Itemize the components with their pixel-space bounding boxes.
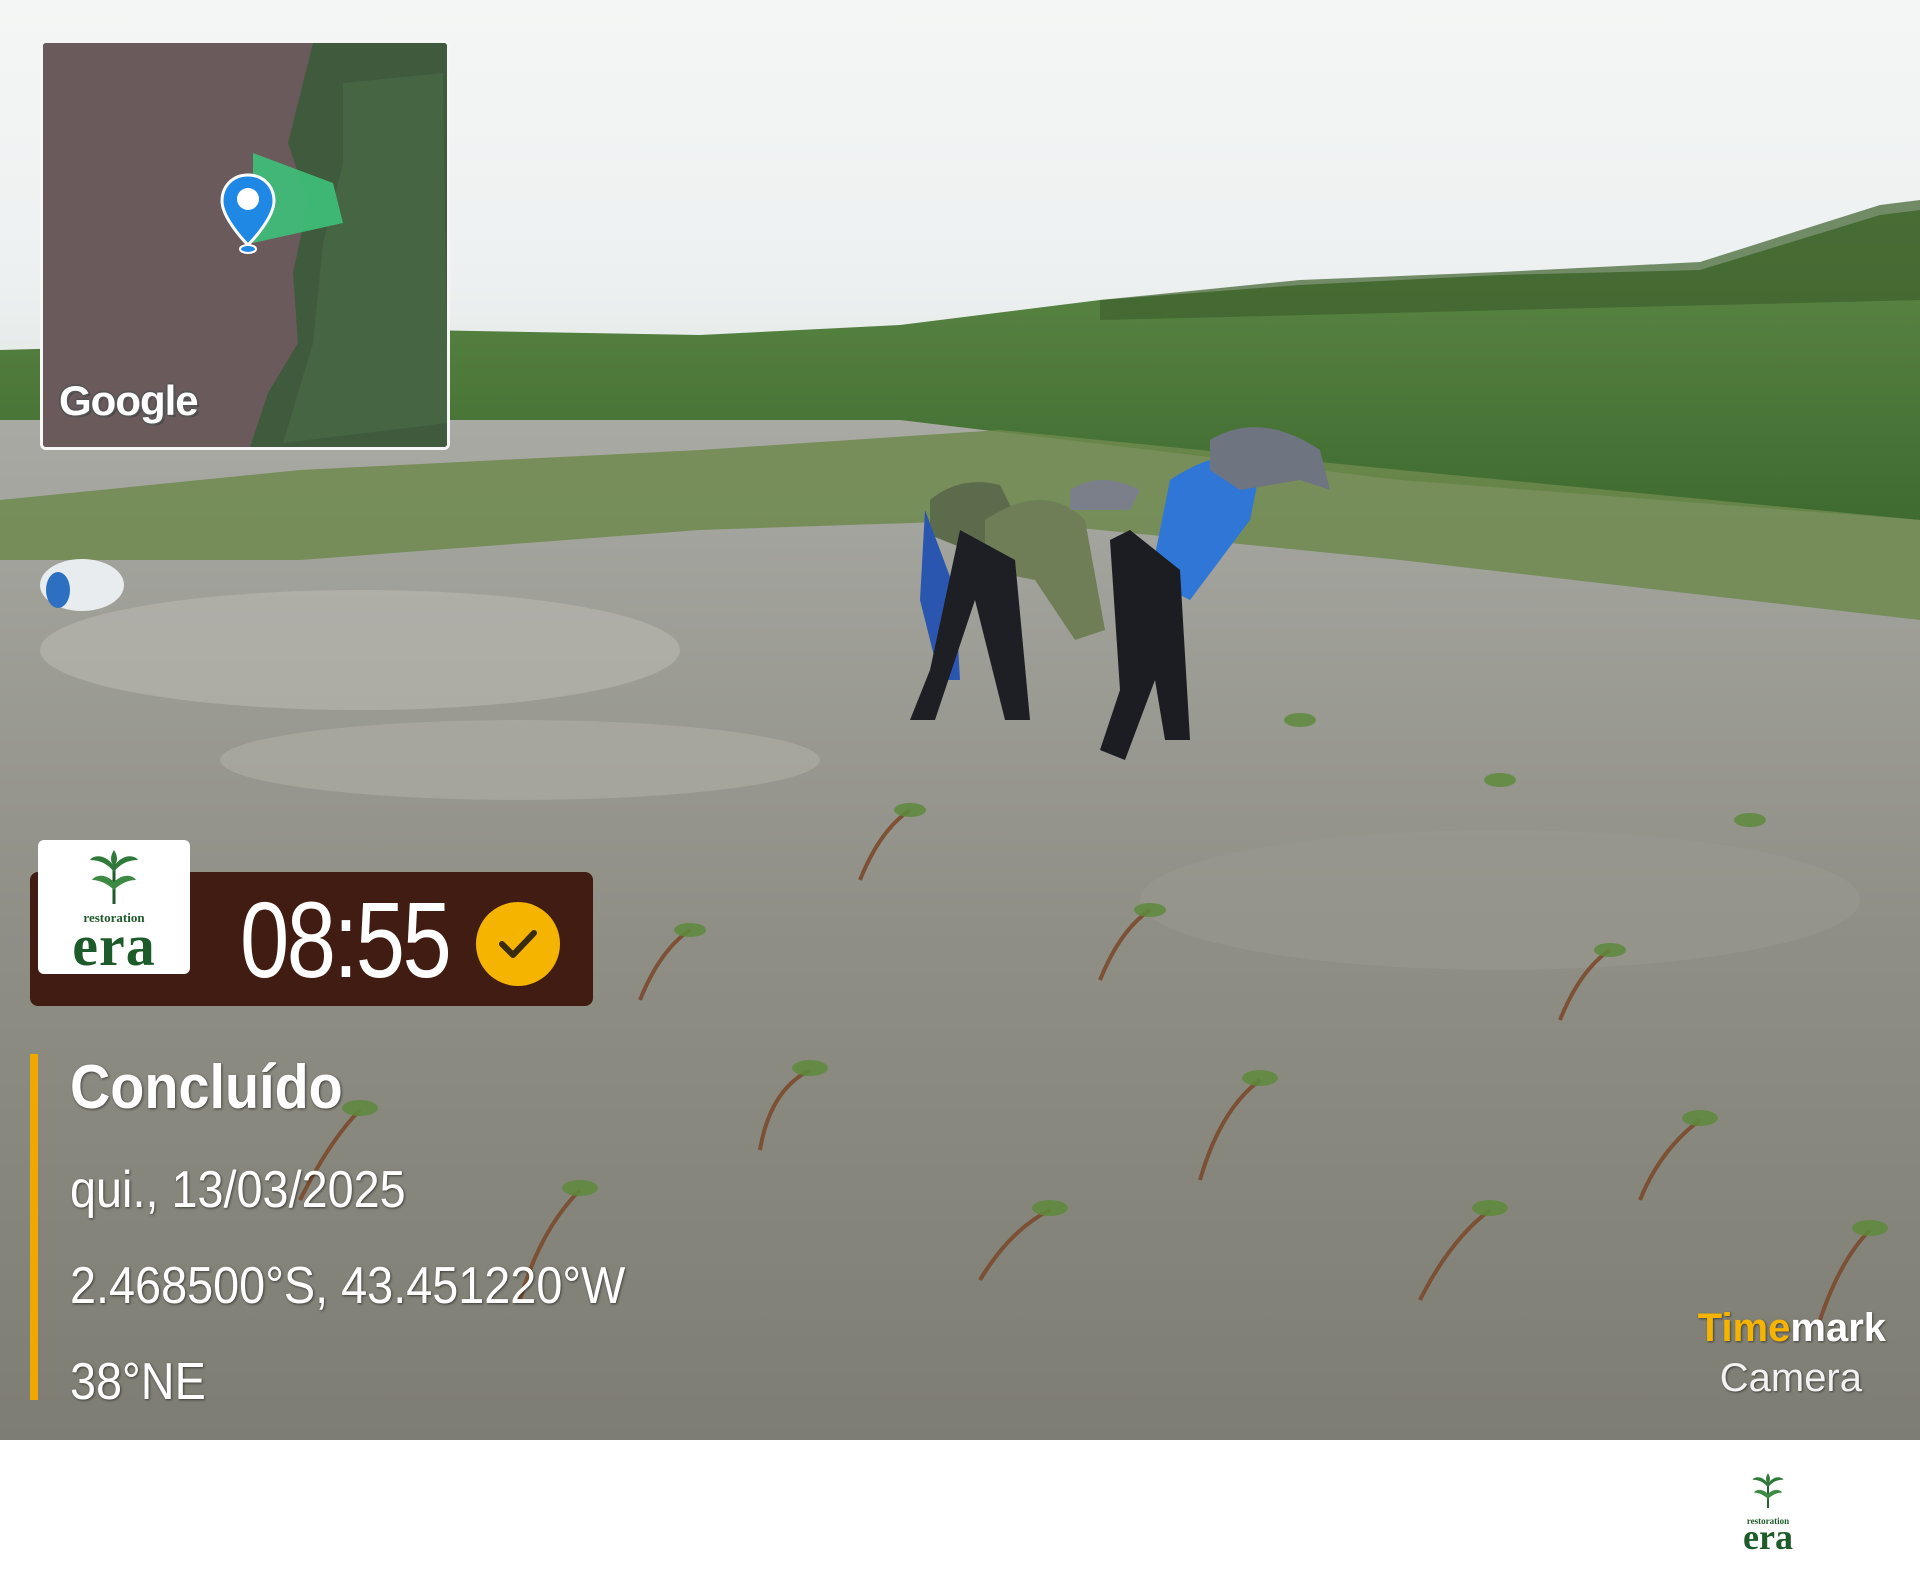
info-accent-bar: [30, 1054, 38, 1400]
field-photo: Google restoration era 08:55 Concluído q…: [0, 0, 1920, 1440]
restoration-era-logo: restoration era: [38, 840, 190, 978]
capture-time: 08:55: [240, 879, 452, 1000]
map-provider-label: Google: [59, 377, 199, 424]
checkmark-icon: [499, 930, 537, 958]
brand-accent: Time: [1697, 1306, 1791, 1350]
verified-badge: [476, 902, 560, 986]
status-text: Concluído: [70, 1053, 343, 1122]
logo-wordmark: era: [72, 913, 156, 978]
coordinates-text: 2.468500°S, 43.451220°W: [70, 1257, 626, 1315]
footer-logo: restoration era: [1728, 1470, 1808, 1557]
date-text: qui., 13/03/2025: [70, 1161, 406, 1219]
sprout-icon: [90, 850, 138, 904]
timemark-brand: Timemark: [1698, 1306, 1886, 1351]
timemark-subtitle: Camera: [1719, 1356, 1862, 1400]
location-minimap[interactable]: Google: [40, 40, 450, 450]
location-pin-icon: [220, 173, 276, 254]
footer-logo-wordmark: era: [1743, 1517, 1793, 1557]
brand-rest: mark: [1790, 1306, 1886, 1350]
compass-heading-text: 38°NE: [70, 1353, 206, 1411]
footer-sprout-icon: [1752, 1473, 1784, 1508]
